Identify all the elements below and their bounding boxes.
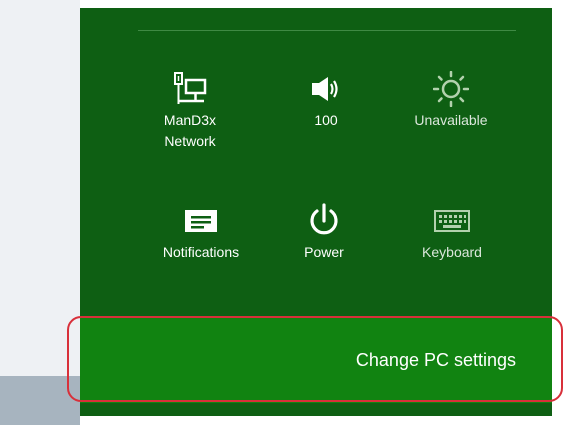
brightness-icon <box>433 71 469 107</box>
keyboard-icon <box>434 210 470 232</box>
change-pc-settings-label: Change PC settings <box>355 350 516 370</box>
power-label: Power <box>304 244 344 260</box>
speaker-icon <box>312 77 338 101</box>
volume-label: 100 <box>314 112 338 128</box>
volume-tile[interactable]: 100 <box>278 68 374 131</box>
network-label: ManD3x Network <box>163 112 217 149</box>
settings-charm-panel: ManD3x Network 100 Unavailable Notificat… <box>80 8 552 416</box>
brightness-tile[interactable]: Unavailable <box>396 68 506 131</box>
panel-divider <box>138 30 516 31</box>
keyboard-tile[interactable]: Keyboard <box>404 200 500 263</box>
network-icon <box>174 72 207 104</box>
taskbar-strip <box>0 376 80 425</box>
brightness-label: Unavailable <box>414 112 488 128</box>
power-icon <box>310 203 338 235</box>
change-pc-settings-button[interactable]: Change PC settings <box>80 317 552 403</box>
notifications-label: Notifications <box>162 244 240 260</box>
power-tile[interactable]: Power <box>276 200 372 263</box>
network-tile[interactable]: ManD3x Network <box>142 68 238 152</box>
keyboard-label: Keyboard <box>422 244 482 260</box>
desktop-background <box>0 0 80 425</box>
notifications-icon <box>185 210 217 232</box>
notifications-tile[interactable]: Notifications <box>146 200 256 263</box>
